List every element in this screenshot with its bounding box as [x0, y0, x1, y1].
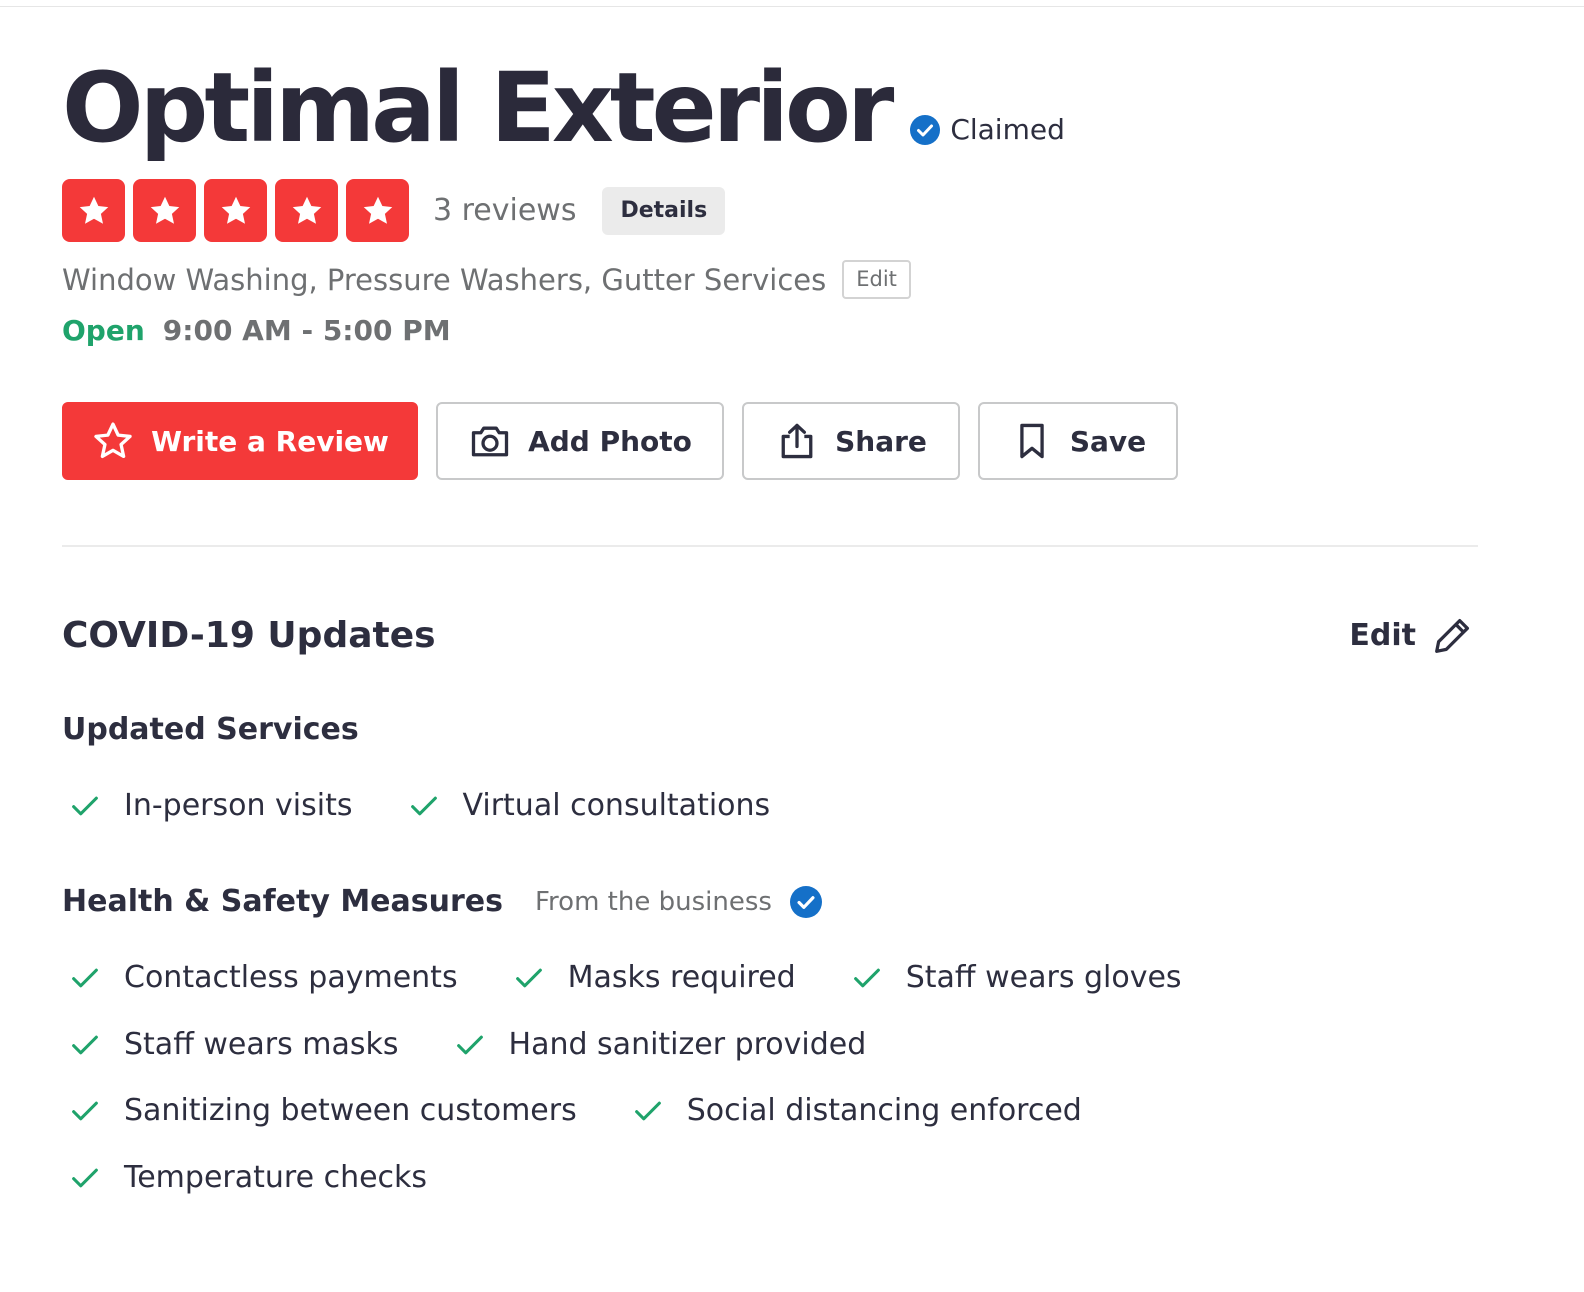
list-item: Contactless payments — [68, 960, 458, 995]
health-safety-title: Health & Safety Measures — [62, 884, 503, 919]
section-divider — [62, 545, 1478, 547]
star-1 — [62, 179, 125, 242]
covid-title: COVID-19 Updates — [62, 614, 436, 656]
star-icon — [150, 196, 179, 224]
share-button[interactable]: Share — [742, 402, 960, 480]
measure-label: Masks required — [567, 960, 796, 995]
share-label: Share — [835, 424, 927, 458]
list-item: Social distancing enforced — [631, 1093, 1082, 1128]
measure-label: Social distancing enforced — [686, 1093, 1082, 1128]
measure-label: Contactless payments — [124, 960, 458, 995]
check-icon — [456, 1035, 483, 1054]
share-icon — [781, 423, 813, 459]
categories-list[interactable]: Window Washing, Pressure Washers, Gutter… — [62, 263, 826, 297]
top-divider — [0, 6, 1584, 7]
check-icon — [634, 1101, 661, 1120]
pencil-icon — [1435, 618, 1470, 653]
rating-row: 3 reviews Details — [62, 179, 726, 242]
bookmark-icon — [1020, 423, 1044, 459]
write-review-label: Write a Review — [151, 424, 389, 458]
star-icon — [292, 196, 321, 224]
action-buttons: Write a Review Add Photo Share Save — [62, 402, 1196, 480]
health-safety-row-2: Staff wears masks Hand sanitizer provide… — [68, 1027, 920, 1062]
list-item: Hand sanitizer provided — [453, 1027, 867, 1062]
updated-services-title: Updated Services — [62, 712, 359, 747]
check-icon — [515, 968, 542, 987]
check-icon — [853, 968, 880, 987]
star-icon — [221, 196, 250, 224]
star-icon — [79, 196, 108, 224]
star-5 — [346, 179, 409, 242]
categories-row: Window Washing, Pressure Washers, Gutter… — [62, 260, 911, 299]
covid-edit-button[interactable]: Edit — [1349, 612, 1476, 658]
add-photo-label: Add Photo — [528, 424, 692, 458]
star-icon — [363, 196, 392, 224]
reviews-count-link[interactable]: 3 reviews — [433, 193, 576, 228]
verified-check-icon — [789, 885, 822, 918]
claimed-badge[interactable]: Claimed — [910, 113, 1065, 146]
service-label: In-person visits — [124, 788, 353, 823]
open-status: Open — [62, 314, 145, 347]
health-safety-row-1: Contactless payments Masks required Staf… — [68, 960, 1236, 995]
check-icon — [72, 1035, 98, 1054]
health-safety-row-4: Temperature checks — [68, 1160, 481, 1195]
updated-services-list: In-person visits Virtual consultations — [68, 788, 824, 823]
health-safety-row-3: Sanitizing between customers Social dist… — [68, 1093, 1136, 1128]
list-item: Staff wears gloves — [850, 960, 1182, 995]
from-business-label: From the business — [534, 886, 772, 917]
hours-row: Open 9:00 AM - 5:00 PM — [62, 314, 451, 347]
star-outline-icon — [94, 422, 132, 459]
check-icon — [72, 1168, 98, 1187]
edit-categories-button[interactable]: Edit — [842, 260, 911, 299]
details-button[interactable]: Details — [602, 186, 726, 235]
measure-label: Staff wears masks — [124, 1027, 399, 1062]
measure-label: Staff wears gloves — [905, 960, 1182, 995]
save-button[interactable]: Save — [978, 402, 1178, 480]
list-item: Temperature checks — [68, 1160, 427, 1195]
write-review-button[interactable]: Write a Review — [62, 402, 418, 480]
add-photo-button[interactable]: Add Photo — [436, 402, 724, 480]
verified-check-icon — [910, 114, 941, 145]
service-label: Virtual consultations — [462, 788, 771, 823]
hours-text: 9:00 AM - 5:00 PM — [162, 314, 451, 347]
star-rating — [62, 179, 417, 242]
measure-label: Sanitizing between customers — [124, 1093, 577, 1128]
measure-label: Temperature checks — [124, 1160, 428, 1195]
list-item: Virtual consultations — [407, 788, 771, 823]
check-icon — [410, 796, 437, 815]
title-row: Optimal Exterior Claimed — [62, 48, 1065, 168]
star-3 — [204, 179, 267, 242]
list-item: Sanitizing between customers — [68, 1093, 577, 1128]
check-icon — [72, 1101, 98, 1120]
claimed-label: Claimed — [950, 113, 1065, 146]
star-4 — [275, 179, 338, 242]
camera-icon — [471, 426, 509, 457]
covid-header: COVID-19 Updates Edit — [62, 612, 1476, 658]
measure-label: Hand sanitizer provided — [508, 1027, 867, 1062]
check-icon — [72, 796, 98, 815]
save-label: Save — [1069, 424, 1147, 458]
updated-services-heading: Updated Services — [62, 712, 359, 747]
covid-edit-label: Edit — [1349, 617, 1416, 653]
list-item: Masks required — [512, 960, 796, 995]
business-name: Optimal Exterior — [62, 52, 894, 164]
star-2 — [133, 179, 196, 242]
list-item: In-person visits — [68, 788, 353, 823]
list-item: Staff wears masks — [68, 1027, 399, 1062]
check-icon — [72, 968, 98, 987]
health-safety-heading: Health & Safety Measures From the busine… — [62, 884, 822, 919]
